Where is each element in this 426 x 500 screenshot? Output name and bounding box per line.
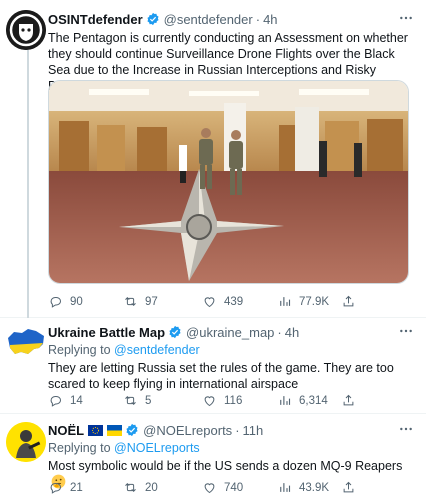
- like-button[interactable]: 439: [202, 294, 277, 309]
- verified-badge-icon: [126, 423, 138, 437]
- share-icon: [343, 394, 354, 406]
- avatar-ukraine-map[interactable]: [6, 324, 46, 362]
- verified-badge-icon: [147, 12, 159, 26]
- views-chart-icon: [280, 297, 291, 306]
- reply-button[interactable]: 14: [48, 393, 123, 408]
- like-count: 116: [224, 394, 243, 407]
- more-options-icon[interactable]: [398, 421, 414, 437]
- like-count: 740: [224, 481, 244, 494]
- reply-button[interactable]: 21: [48, 480, 123, 495]
- retweet-count: 20: [145, 481, 158, 494]
- retweet-icon: [125, 396, 136, 405]
- avatar-noel[interactable]: [6, 422, 46, 462]
- views-chart-icon: [280, 483, 291, 492]
- replying-prefix: Replying to: [48, 441, 111, 455]
- retweet-count: 97: [145, 295, 158, 308]
- view-count: 77.9K: [299, 295, 330, 308]
- reply-icon: [50, 296, 62, 308]
- reply-count: 14: [70, 394, 83, 407]
- reply-button[interactable]: 90: [48, 294, 123, 309]
- timestamp[interactable]: 11h: [243, 423, 264, 438]
- retweet-icon: [125, 483, 136, 492]
- retweet-button[interactable]: 97: [123, 294, 202, 309]
- verified-badge-icon: [169, 325, 181, 339]
- ukraine-flag-icon: [107, 424, 123, 436]
- replying-to-link[interactable]: @sentdefender: [114, 343, 200, 357]
- views-button[interactable]: 43.9K: [277, 480, 341, 495]
- like-button[interactable]: 116: [202, 393, 277, 408]
- timestamp[interactable]: 4h: [285, 325, 299, 340]
- author-name[interactable]: Ukraine Battle Map: [48, 325, 165, 340]
- eu-flag-icon: [88, 424, 104, 436]
- share-button[interactable]: [341, 294, 356, 309]
- reply-icon: [50, 395, 62, 407]
- like-count: 439: [224, 295, 244, 308]
- replying-to-line: Replying to @NOELreports: [48, 441, 414, 457]
- share-button[interactable]: [341, 393, 356, 408]
- share-button[interactable]: [341, 480, 356, 495]
- replying-to-link[interactable]: @NOELreports: [114, 441, 200, 455]
- separator-dot: ·: [235, 422, 240, 438]
- share-icon: [343, 295, 354, 307]
- author-name[interactable]: OSINTdefender: [48, 12, 143, 27]
- retweet-icon: [125, 297, 136, 306]
- timestamp[interactable]: 4h: [263, 12, 277, 27]
- like-button[interactable]: 740: [202, 480, 277, 495]
- view-count: 43.9K: [299, 481, 330, 494]
- retweet-count: 5: [145, 394, 152, 407]
- replying-prefix: Replying to: [48, 343, 111, 357]
- author-name[interactable]: NOËL: [48, 423, 84, 438]
- replying-to-line: Replying to @sentdefender: [48, 343, 414, 359]
- more-options-icon[interactable]: [398, 10, 414, 26]
- author-handle[interactable]: @ukraine_map: [186, 325, 274, 340]
- heart-icon: [204, 483, 215, 494]
- tweet-noel[interactable]: NOËL @NOELreports · 11h Replying to @NOE…: [0, 414, 426, 500]
- tweet-text: They are letting Russia set the rules of…: [48, 361, 394, 391]
- tweet-ukraine-battle-map[interactable]: Ukraine Battle Map @ukraine_map · 4h Rep…: [0, 318, 426, 414]
- thread-line: [27, 50, 29, 318]
- reply-count: 90: [70, 295, 83, 308]
- tweet-osintdefender[interactable]: OSINTdefender @sentdefender · 4h The Pen…: [0, 0, 426, 318]
- retweet-button[interactable]: 5: [123, 393, 202, 408]
- retweet-button[interactable]: 20: [123, 480, 202, 495]
- view-count: 6,314: [299, 394, 328, 407]
- separator-dot: ·: [255, 11, 261, 27]
- author-handle[interactable]: @sentdefender: [164, 12, 253, 27]
- more-options-icon[interactable]: [398, 323, 414, 339]
- pentagon-hallway-photo[interactable]: [48, 80, 409, 284]
- author-handle[interactable]: @NOELreports: [143, 423, 232, 438]
- views-button[interactable]: 6,314: [277, 393, 341, 408]
- avatar-osintdefender[interactable]: [6, 10, 46, 50]
- views-chart-icon: [280, 396, 291, 405]
- reply-icon: [50, 482, 62, 494]
- heart-icon: [204, 297, 215, 308]
- views-button[interactable]: 77.9K: [277, 294, 341, 309]
- heart-icon: [204, 396, 215, 407]
- share-icon: [343, 481, 354, 493]
- separator-dot: ·: [277, 324, 282, 340]
- reply-count: 21: [70, 481, 83, 494]
- tweet-text: Most symbolic would be if the US sends a…: [48, 459, 403, 473]
